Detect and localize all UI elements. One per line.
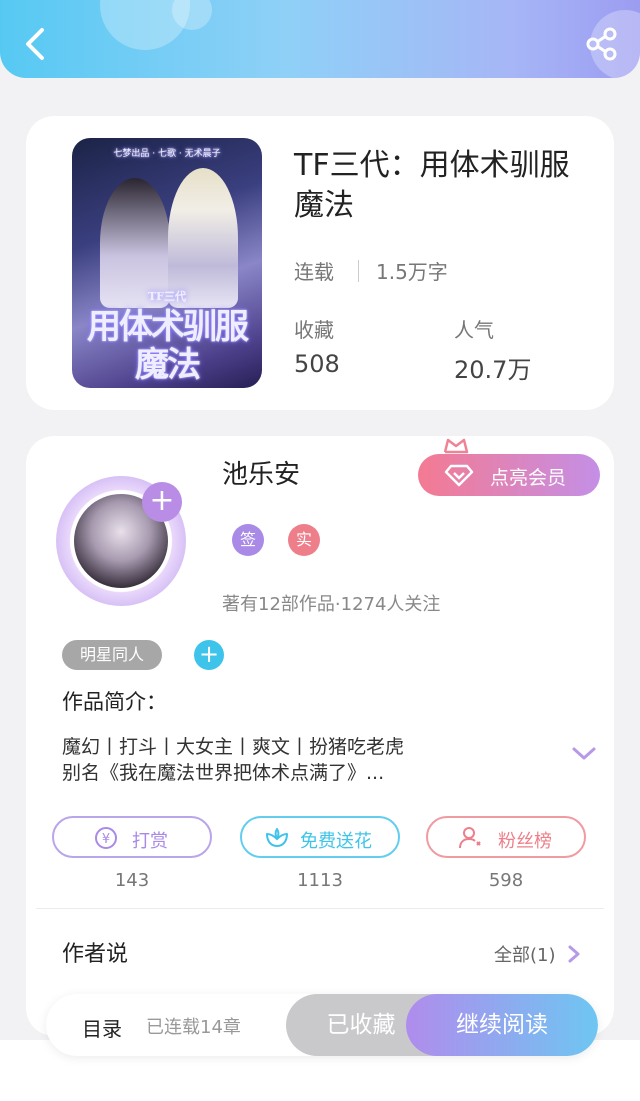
- continue-reading-button[interactable]: 继续阅读: [406, 994, 598, 1056]
- book-info-card: 七梦出品 · 七歌 · 无术晨子 TF三代 用体术驯服魔法 TF三代：用体术驯服…: [26, 116, 614, 410]
- book-title: TF三代：用体术驯服魔法: [294, 148, 570, 223]
- fans-icon: [459, 827, 481, 849]
- book-cover[interactable]: 七梦出品 · 七歌 · 无术晨子 TF三代 用体术驯服魔法: [72, 138, 262, 388]
- intro-line: 别名《我在魔法世界把体术点满了》...: [62, 762, 385, 784]
- follow-author-button[interactable]: +: [142, 482, 182, 522]
- popularity-value: 20.7万: [454, 356, 532, 384]
- author-says-heading: 作者说: [62, 942, 129, 967]
- flower-label: 免费送花: [300, 831, 372, 852]
- share-button[interactable]: [584, 26, 620, 62]
- flower-icon: [266, 828, 288, 847]
- light-up-vip-button[interactable]: 点亮会员: [418, 454, 600, 496]
- chapter-count: 已连载14章: [146, 1017, 241, 1038]
- cover-figure: [168, 168, 238, 308]
- vip-label: 点亮会员: [490, 467, 567, 489]
- all-label: 全部(1): [494, 945, 556, 966]
- reward-button[interactable]: ¥ 打赏: [52, 816, 212, 858]
- back-arrow-icon: [26, 28, 44, 60]
- signed-badge: 签: [232, 524, 264, 556]
- crown-icon: [443, 438, 469, 454]
- genre-tag[interactable]: 明星同人: [62, 640, 162, 670]
- word-count: 1.5万字: [376, 260, 448, 284]
- serial-status: 连载: [294, 260, 334, 284]
- diamond-icon: [444, 464, 474, 487]
- cover-title: 用体术驯服魔法: [87, 307, 249, 385]
- favorites-label: 收藏: [294, 318, 334, 342]
- book-intro: 魔幻丨打斗丨大女主丨爽文丨扮猪吃老虎 别名《我在魔法世界把体术点满了》...: [62, 734, 532, 786]
- flower-count: 1113: [297, 870, 343, 891]
- add-tag-button[interactable]: +: [194, 640, 224, 670]
- author-works-info: 著有12部作品·1274人关注: [222, 594, 441, 615]
- cover-credits: 七梦出品 · 七歌 · 无术晨子: [113, 149, 221, 159]
- author-card: + 池乐安 点亮会员 签 实 著有12部作品·1274人关注 明星同人 + 作品…: [26, 436, 614, 1036]
- fans-rank-button[interactable]: 粉丝榜: [426, 816, 586, 858]
- free-flower-button[interactable]: 免费送花: [240, 816, 400, 858]
- cover-small-title: TF三代: [148, 290, 186, 303]
- fans-label: 粉丝榜: [498, 831, 552, 852]
- top-bar: [0, 0, 640, 78]
- svg-text:¥: ¥: [102, 832, 110, 847]
- favorites-value: 508: [294, 350, 340, 378]
- author-name[interactable]: 池乐安: [222, 454, 300, 491]
- meta-divider: [358, 260, 359, 282]
- chevron-down-icon[interactable]: [570, 744, 598, 764]
- intro-line: 魔幻丨打斗丨大女主丨爽文丨扮猪吃老虎: [62, 736, 405, 758]
- intro-heading: 作品简介：: [62, 690, 167, 714]
- fans-count: 598: [488, 870, 524, 891]
- back-button[interactable]: [20, 24, 56, 64]
- divider: [36, 908, 604, 909]
- verified-badge: 实: [288, 524, 320, 556]
- reward-count: 143: [114, 870, 150, 891]
- chevron-right-icon: [568, 945, 580, 963]
- toc-button[interactable]: 目录: [82, 1013, 122, 1042]
- share-icon: [586, 27, 617, 61]
- bottom-action-bar: 目录 已连载14章 已收藏 继续阅读: [46, 994, 598, 1056]
- popularity-label: 人气: [454, 318, 494, 342]
- yen-icon: ¥: [95, 827, 117, 849]
- reward-label: 打赏: [132, 831, 168, 852]
- author-says-all-link[interactable]: 全部(1): [494, 941, 581, 967]
